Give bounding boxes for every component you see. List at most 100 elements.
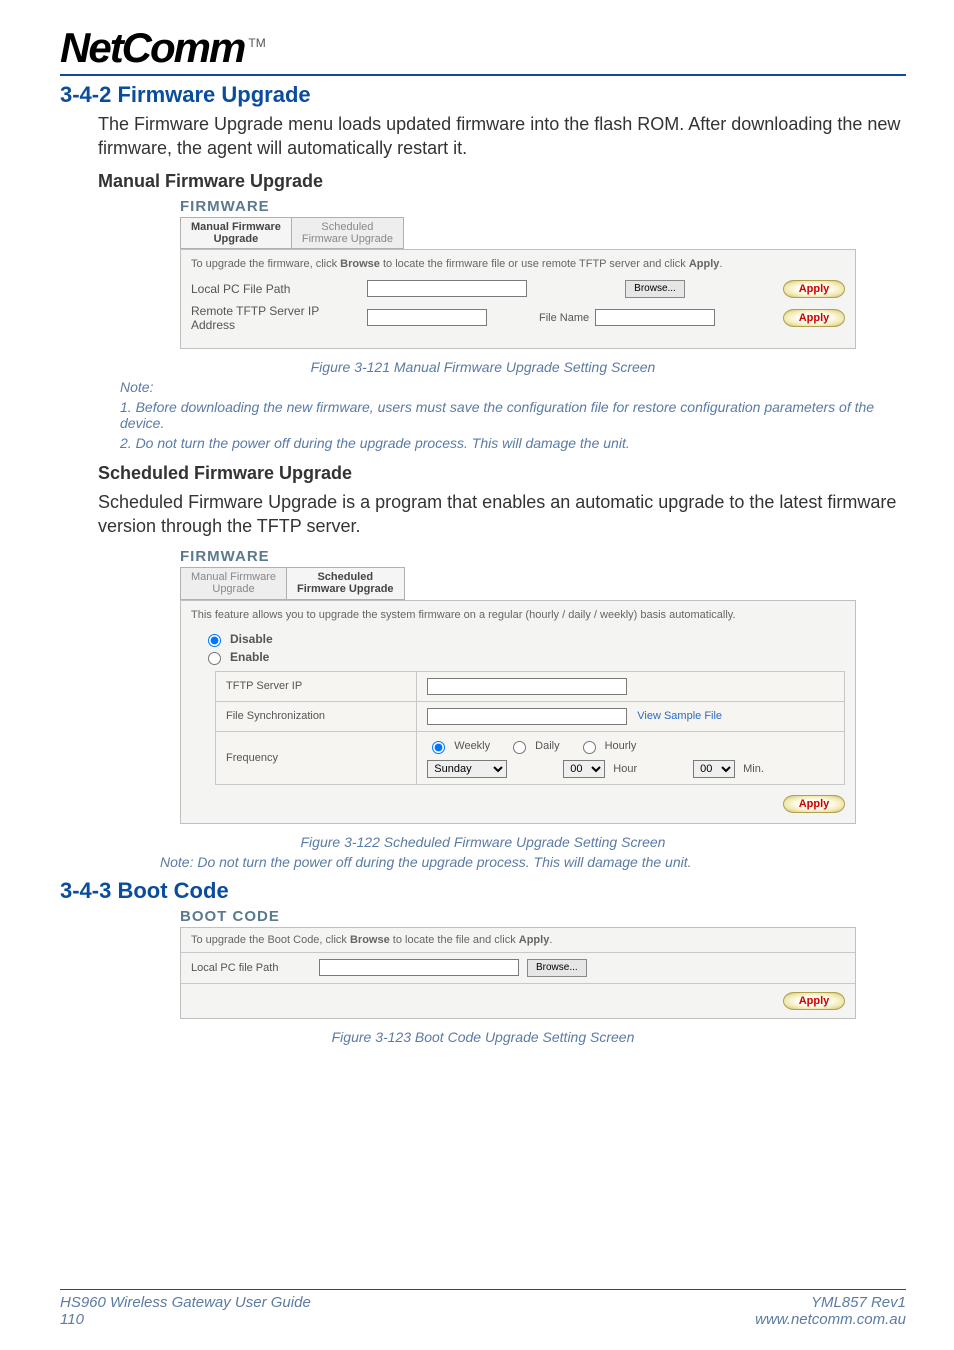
fw1-tabs: Manual Firmware Upgrade Scheduled Firmwa…	[180, 217, 856, 249]
fw2-instructions: This feature allows you to upgrade the s…	[191, 609, 845, 621]
input-boot-local-path[interactable]	[319, 959, 519, 976]
apply-button[interactable]: Apply	[783, 280, 845, 298]
boot-instructions: To upgrade the Boot Code, click Browse t…	[181, 928, 855, 953]
label-local-path: Local PC File Path	[191, 282, 361, 296]
input-filename[interactable]	[595, 309, 715, 326]
footer-url: www.netcomm.com.au	[755, 1311, 906, 1328]
subtitle-manual: Manual Firmware Upgrade	[98, 171, 906, 192]
boot-header: BOOT CODE	[180, 908, 856, 925]
section1-body: The Firmware Upgrade menu loads updated …	[98, 112, 906, 161]
label-disable: Disable	[230, 632, 273, 646]
row-remote-tftp: Remote TFTP Server IP Address File Name …	[191, 304, 845, 332]
label-filename: File Name	[539, 312, 589, 324]
apply-button[interactable]: Apply	[783, 309, 845, 327]
fw2-tabs: Manual Firmware Upgrade Scheduled Firmwa…	[180, 567, 856, 599]
link-view-sample[interactable]: View Sample File	[637, 710, 722, 722]
instr-apply: Apply	[519, 934, 550, 946]
tab-label: Manual Firmware	[191, 571, 276, 583]
table-row: TFTP Server IP	[216, 671, 845, 701]
note-single: Note: Do not turn the power off during t…	[160, 854, 906, 870]
select-day[interactable]: Sunday	[427, 760, 507, 778]
table-row: Frequency Weekly Daily Hourly Sunday	[216, 731, 845, 784]
radio-weekly[interactable]	[432, 741, 445, 754]
note-2: 2. Do not turn the power off during the …	[120, 435, 906, 451]
screenshot-manual-firmware: FIRMWARE Manual Firmware Upgrade Schedul…	[180, 198, 856, 349]
label-boot-local-path: Local PC file Path	[191, 962, 311, 974]
input-local-path[interactable]	[367, 280, 527, 297]
label-hour: Hour	[613, 763, 637, 775]
tab-label: Firmware Upgrade	[297, 583, 394, 595]
logo: NetComm TM	[60, 24, 906, 72]
cell-frequency: Weekly Daily Hourly Sunday 00 Hour	[417, 731, 845, 784]
tab-label: Scheduled	[297, 571, 394, 583]
radio-daily[interactable]	[513, 741, 526, 754]
instr-browse: Browse	[350, 934, 390, 946]
note-heading: Note:	[120, 379, 906, 395]
tab-manual-firmware[interactable]: Manual Firmware Upgrade	[180, 217, 292, 249]
input-tftp-ip[interactable]	[427, 678, 627, 695]
radio-hourly[interactable]	[583, 741, 596, 754]
instr-text: to locate the file and click	[390, 934, 519, 946]
footer-product: HS960 Wireless Gateway User Guide	[60, 1294, 311, 1311]
radio-enable-row: Enable	[203, 649, 845, 665]
label-weekly: Weekly	[454, 740, 490, 752]
instr-text: To upgrade the Boot Code, click	[191, 934, 350, 946]
tab-manual-firmware[interactable]: Manual Firmware Upgrade	[180, 567, 287, 599]
label-frequency: Frequency	[216, 731, 417, 784]
label-tftp-server: TFTP Server IP	[216, 671, 417, 701]
caption-fig-122: Figure 3-122 Scheduled Firmware Upgrade …	[60, 834, 906, 850]
label-min: Min.	[743, 763, 764, 775]
tab-label: Manual Firmware	[191, 221, 281, 233]
cell-tftp-input	[417, 671, 845, 701]
caption-fig-121: Figure 3-121 Manual Firmware Upgrade Set…	[60, 359, 906, 375]
input-file-sync[interactable]	[427, 708, 627, 725]
footer-left: HS960 Wireless Gateway User Guide 110	[60, 1294, 311, 1328]
logo-text: NetComm	[60, 24, 244, 71]
select-min[interactable]: 00	[693, 760, 735, 778]
radio-disable-row: Disable	[203, 631, 845, 647]
tab-scheduled-firmware[interactable]: Scheduled Firmware Upgrade	[287, 567, 405, 599]
radio-disable[interactable]	[208, 634, 221, 647]
label-hourly: Hourly	[605, 740, 637, 752]
cell-file-sync: View Sample File	[417, 701, 845, 731]
instr-text: to locate the firmware file or use remot…	[380, 258, 689, 270]
tab-scheduled-firmware[interactable]: Scheduled Firmware Upgrade	[292, 217, 404, 249]
screenshot-boot-code: BOOT CODE To upgrade the Boot Code, clic…	[180, 908, 856, 1019]
apply-button[interactable]: Apply	[783, 992, 845, 1010]
footer-page-number: 110	[60, 1311, 311, 1328]
logo-tm: TM	[248, 36, 265, 50]
select-hour[interactable]: 00	[563, 760, 605, 778]
label-enable: Enable	[230, 650, 269, 664]
apply-button[interactable]: Apply	[783, 795, 845, 813]
header-rule	[60, 74, 906, 76]
caption-fig-123: Figure 3-123 Boot Code Upgrade Setting S…	[60, 1029, 906, 1045]
row-boot-apply: Apply	[181, 984, 855, 1018]
instr-text: .	[549, 934, 552, 946]
row-boot-local-path: Local PC file Path Browse...	[181, 953, 855, 984]
instr-text: .	[719, 258, 722, 270]
note-1: 1. Before downloading the new firmware, …	[120, 399, 906, 431]
screenshot-scheduled-firmware: FIRMWARE Manual Firmware Upgrade Schedul…	[180, 548, 856, 823]
instr-browse: Browse	[340, 258, 380, 270]
scheduled-settings-table: TFTP Server IP File Synchronization View…	[215, 671, 845, 785]
table-row: File Synchronization View Sample File	[216, 701, 845, 731]
row-local-path: Local PC File Path Browse... Apply	[191, 280, 845, 298]
tab-label: Scheduled	[302, 221, 393, 233]
footer-revision: YML857 Rev1	[755, 1294, 906, 1311]
boot-panel: To upgrade the Boot Code, click Browse t…	[180, 927, 856, 1019]
section2-body: Scheduled Firmware Upgrade is a program …	[98, 490, 906, 539]
fw2-header: FIRMWARE	[180, 548, 856, 565]
label-remote-tftp: Remote TFTP Server IP Address	[191, 304, 361, 332]
fw1-instructions: To upgrade the firmware, click Browse to…	[191, 258, 845, 270]
browse-button[interactable]: Browse...	[625, 280, 685, 298]
input-remote-ip[interactable]	[367, 309, 487, 326]
radio-enable[interactable]	[208, 652, 221, 665]
fw1-panel: To upgrade the firmware, click Browse to…	[180, 249, 856, 349]
instr-text: To upgrade the firmware, click	[191, 258, 340, 270]
page-footer: HS960 Wireless Gateway User Guide 110 YM…	[60, 1289, 906, 1328]
subtitle-scheduled: Scheduled Firmware Upgrade	[98, 463, 906, 484]
fw2-panel: This feature allows you to upgrade the s…	[180, 600, 856, 824]
footer-right: YML857 Rev1 www.netcomm.com.au	[755, 1294, 906, 1328]
section-title-firmware: 3-4-2 Firmware Upgrade	[60, 82, 906, 108]
browse-button[interactable]: Browse...	[527, 959, 587, 977]
